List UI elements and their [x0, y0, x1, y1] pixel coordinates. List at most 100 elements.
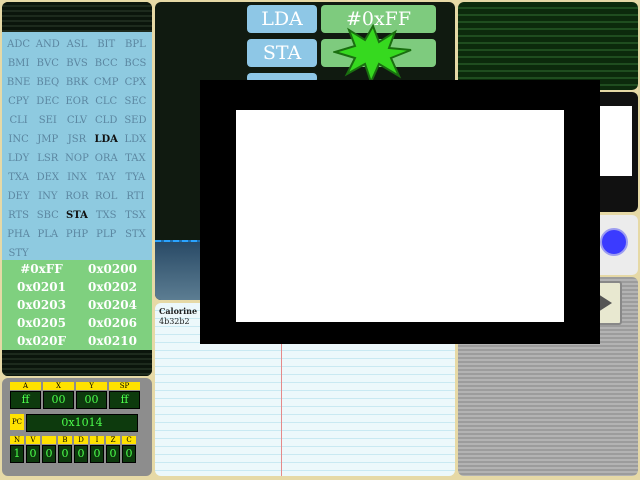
- memory-cell[interactable]: 0x0210: [77, 332, 148, 350]
- opcode-item[interactable]: BRK: [62, 73, 91, 92]
- flag-values: 10000000: [10, 445, 136, 463]
- opcode-item[interactable]: PLA: [33, 225, 62, 244]
- flag-value[interactable]: 0: [106, 445, 120, 463]
- flag-label: N: [10, 436, 24, 444]
- flag-value[interactable]: 0: [58, 445, 72, 463]
- flag-value[interactable]: 1: [10, 445, 24, 463]
- opcode-item[interactable]: TXA: [4, 168, 33, 187]
- memory-cell[interactable]: 0x020F: [6, 332, 77, 350]
- opcode-item[interactable]: DEX: [33, 168, 62, 187]
- opcode-item[interactable]: NOP: [62, 149, 91, 168]
- memory-cell[interactable]: 0x0205: [6, 314, 77, 332]
- flag-label: C: [122, 436, 136, 444]
- opcode-item[interactable]: TYA: [121, 168, 150, 187]
- modal-dialog[interactable]: [200, 80, 600, 344]
- opcode-item[interactable]: TXS: [92, 206, 121, 225]
- opcode-item[interactable]: PHA: [4, 225, 33, 244]
- opcode-item[interactable]: INX: [62, 168, 91, 187]
- opcode-item[interactable]: BNE: [4, 73, 33, 92]
- flag-label: D: [74, 436, 88, 444]
- opcode-item[interactable]: ADC: [4, 35, 33, 54]
- opcode-item[interactable]: LDY: [4, 149, 33, 168]
- opcode-item[interactable]: PHP: [62, 225, 91, 244]
- opcode-item[interactable]: CPY: [4, 92, 33, 111]
- opcode-item[interactable]: CLI: [4, 111, 33, 130]
- opcode-item[interactable]: JMP: [33, 130, 62, 149]
- opcode-item[interactable]: INY: [33, 187, 62, 206]
- register-panel: A X Y SP ff 00 00 ff PC 0x1014 NVBDIZC 1000000…: [2, 378, 152, 476]
- opcode-item[interactable]: RTS: [4, 206, 33, 225]
- opcode-item[interactable]: AND: [33, 35, 62, 54]
- opcode-item[interactable]: BCS: [121, 54, 150, 73]
- memory-cell[interactable]: 0x0200: [77, 260, 148, 278]
- opcode-item[interactable]: INC: [4, 130, 33, 149]
- opcode-item[interactable]: STX: [121, 225, 150, 244]
- opcode-item[interactable]: BVC: [33, 54, 62, 73]
- opcode-item[interactable]: LDX: [121, 130, 150, 149]
- flag-value[interactable]: 0: [90, 445, 104, 463]
- opcode-item[interactable]: BPL: [121, 35, 150, 54]
- flag-label: V: [26, 436, 40, 444]
- opcode-item[interactable]: PLP: [92, 225, 121, 244]
- memory-cell[interactable]: 0x0201: [6, 278, 77, 296]
- opcode-item[interactable]: SBC: [33, 206, 62, 225]
- opcode-item[interactable]: STA: [62, 206, 91, 225]
- opcode-item[interactable]: BEQ: [33, 73, 62, 92]
- opcode-panel: ADC AND ASL BIT BPL BMI BVC BVS BCC BCS BNE BEQ BRK C…: [2, 2, 152, 376]
- play-icon: [598, 294, 612, 312]
- opcode-item[interactable]: JSR: [62, 130, 91, 149]
- opcode-item[interactable]: DEY: [4, 187, 33, 206]
- opcode-item[interactable]: SED: [121, 111, 150, 130]
- opcode-item[interactable]: BMI: [4, 54, 33, 73]
- flag-label: Z: [106, 436, 120, 444]
- memory-cell[interactable]: 0x0203: [6, 296, 77, 314]
- flag-value[interactable]: 0: [26, 445, 40, 463]
- memory-cell[interactable]: 0x0204: [77, 296, 148, 314]
- opcode-item[interactable]: LSR: [33, 149, 62, 168]
- flag-value[interactable]: 0: [74, 445, 88, 463]
- opcode-panel-header: [2, 2, 152, 32]
- flag-label: I: [90, 436, 104, 444]
- opcode-item[interactable]: ROR: [62, 187, 91, 206]
- opcode-item[interactable]: DEC: [33, 92, 62, 111]
- opcode-item[interactable]: TSX: [121, 206, 150, 225]
- opcode-item[interactable]: CMP: [92, 73, 121, 92]
- memory-cell[interactable]: 0x0202: [77, 278, 148, 296]
- memory-cell[interactable]: 0x0206: [77, 314, 148, 332]
- opcode-item[interactable]: CLD: [92, 111, 121, 130]
- tile-op-1[interactable]: LDA: [247, 5, 317, 33]
- opcode-item[interactable]: ROL: [92, 187, 121, 206]
- flag-value[interactable]: 0: [122, 445, 136, 463]
- flag-label: [42, 436, 56, 444]
- opcode-item[interactable]: ORA: [92, 149, 121, 168]
- opcode-item[interactable]: BCC: [92, 54, 121, 73]
- opcode-item[interactable]: CPX: [121, 73, 150, 92]
- opcode-panel-footer: [2, 350, 152, 376]
- opcode-item[interactable]: CLC: [92, 92, 121, 111]
- opcode-item[interactable]: SEI: [33, 111, 62, 130]
- memory-cell[interactable]: #0xFF: [6, 260, 77, 278]
- opcode-item[interactable]: TAX: [121, 149, 150, 168]
- opcode-item[interactable]: BIT: [92, 35, 121, 54]
- burst-icon: [333, 24, 412, 84]
- opcode-item[interactable]: CLV: [62, 111, 91, 130]
- opcode-item[interactable]: SEC: [121, 92, 150, 111]
- indicator-light-icon[interactable]: [600, 228, 628, 256]
- register-value: ff: [109, 391, 140, 409]
- flag-value[interactable]: 0: [42, 445, 56, 463]
- register-value: 00: [76, 391, 107, 409]
- modal-content: [236, 110, 564, 322]
- opcode-item[interactable]: EOR: [62, 92, 91, 111]
- pc-label: PC: [10, 414, 24, 430]
- opcode-item[interactable]: BVS: [62, 54, 91, 73]
- flag-labels: NV BDIZC: [10, 436, 136, 444]
- opcode-item[interactable]: TAY: [92, 168, 121, 187]
- opcode-item[interactable]: LDA: [92, 130, 121, 149]
- memory-grid: #0xFF 0x0200 0x0201 0x0202 0x0203 0x0204 0x020…: [2, 260, 152, 350]
- register-label: SP: [109, 382, 140, 390]
- opcode-item[interactable]: ASL: [62, 35, 91, 54]
- flag-label: B: [58, 436, 72, 444]
- pc-value: 0x1014: [26, 414, 138, 432]
- tile-op-2[interactable]: STA: [247, 39, 317, 67]
- opcode-item[interactable]: RTI: [121, 187, 150, 206]
